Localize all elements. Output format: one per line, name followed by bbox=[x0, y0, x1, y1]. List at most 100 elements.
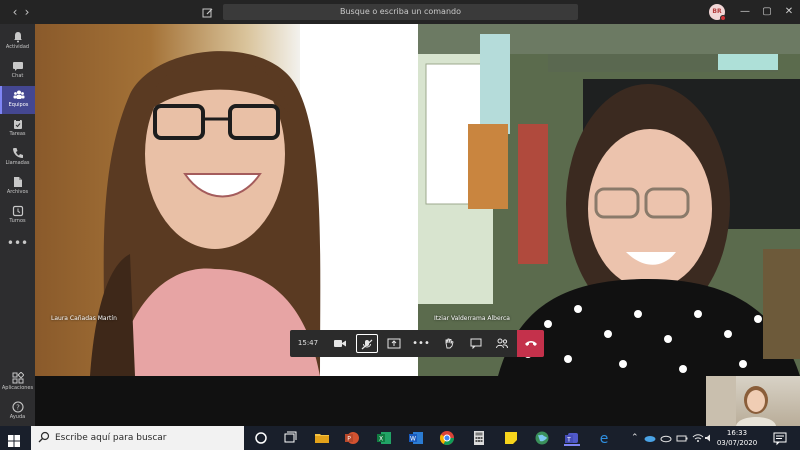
phone-icon bbox=[12, 148, 23, 158]
sidebar-item-label: Aplicaciones bbox=[1, 385, 34, 391]
search-icon bbox=[38, 431, 50, 443]
excel-icon[interactable]: X bbox=[376, 430, 392, 446]
camera-icon bbox=[334, 340, 346, 347]
sidebar-item-chat[interactable]: Chat bbox=[0, 57, 35, 85]
powerpoint-icon[interactable]: P bbox=[344, 430, 360, 446]
hang-up-button[interactable] bbox=[517, 330, 544, 357]
search-input[interactable]: Busque o escriba un comando bbox=[223, 4, 578, 20]
sidebar-item-aplicaciones[interactable]: Aplicaciones bbox=[0, 369, 35, 397]
sidebar-item-actividad[interactable]: Actividad bbox=[0, 28, 35, 56]
video-tile-participant-2[interactable]: Itziar Valderrama Alberca bbox=[418, 24, 800, 376]
cloud-icon[interactable] bbox=[660, 430, 672, 446]
camera-button[interactable] bbox=[329, 334, 351, 353]
avatar-initials: BR bbox=[712, 8, 722, 15]
call-controls-bar: 15:47 ••• bbox=[290, 330, 544, 357]
app-bar: Actividad Chat Equipos Tareas Llamadas A… bbox=[0, 24, 35, 426]
minimize-icon[interactable]: — bbox=[738, 4, 752, 20]
mute-button[interactable] bbox=[356, 334, 378, 353]
help-icon: ? bbox=[11, 401, 24, 413]
more-icon: ••• bbox=[6, 236, 29, 250]
more-apps-button[interactable]: ••• bbox=[0, 234, 35, 262]
tray-chevron-icon[interactable]: ⌃ bbox=[631, 430, 639, 446]
sidebar-item-label: Ayuda bbox=[9, 414, 26, 420]
presence-busy-icon bbox=[720, 15, 726, 21]
word-icon[interactable]: W bbox=[408, 430, 424, 446]
participant-name-label: Itziar Valderrama Alberca bbox=[434, 315, 510, 322]
sidebar-item-label: Actividad bbox=[5, 44, 30, 50]
task-view-icon[interactable] bbox=[282, 430, 298, 446]
apps-icon bbox=[12, 372, 24, 384]
close-icon[interactable]: ✕ bbox=[782, 4, 796, 20]
notification-icon[interactable] bbox=[772, 430, 788, 446]
windows-start-icon[interactable] bbox=[8, 432, 20, 447]
teams-window: ‹ › Busque o escriba un comando BR — ▢ ✕… bbox=[0, 0, 800, 450]
call-timer: 15:47 bbox=[297, 339, 319, 347]
self-video-preview[interactable] bbox=[706, 376, 800, 426]
participant-video bbox=[418, 24, 800, 376]
participants-button[interactable] bbox=[491, 334, 513, 353]
svg-text:W: W bbox=[410, 436, 416, 443]
svg-text:T: T bbox=[566, 437, 571, 444]
sidebar-item-ayuda[interactable]: ? Ayuda bbox=[0, 398, 35, 426]
title-bar: ‹ › Busque o escriba un comando BR — ▢ ✕ bbox=[0, 0, 800, 24]
svg-text:e: e bbox=[600, 431, 609, 446]
share-button[interactable] bbox=[383, 334, 405, 353]
participant-video bbox=[90, 24, 418, 376]
more-icon: ••• bbox=[412, 338, 430, 349]
raise-hand-button[interactable] bbox=[438, 334, 460, 353]
tasks-icon bbox=[13, 119, 22, 129]
taskbar-search-input[interactable]: Escribe aquí para buscar bbox=[31, 426, 244, 450]
chat-button[interactable] bbox=[465, 334, 487, 353]
participant-name-label: Laura Cañadas Martín bbox=[51, 315, 117, 322]
teams-icon bbox=[13, 90, 24, 99]
call-stage: Laura Cañadas Martín Itziar Valderrama A… bbox=[35, 24, 800, 426]
files-icon bbox=[13, 177, 22, 187]
svg-text:X: X bbox=[379, 436, 383, 443]
sidebar-item-llamadas[interactable]: Llamadas bbox=[0, 144, 35, 172]
hang-up-icon bbox=[524, 341, 537, 346]
sticky-notes-icon[interactable] bbox=[503, 430, 519, 446]
sidebar-item-equipos[interactable]: Equipos bbox=[0, 86, 35, 114]
shifts-icon bbox=[12, 205, 23, 217]
globe-icon[interactable] bbox=[534, 430, 550, 446]
windows-taskbar: Escribe aquí para buscar P X W T e ⌃ 16:… bbox=[0, 426, 800, 450]
onedrive-icon[interactable] bbox=[644, 430, 656, 446]
bell-icon bbox=[13, 32, 22, 43]
sidebar-item-label: Archivos bbox=[6, 189, 29, 195]
taskbar-search-placeholder: Escribe aquí para buscar bbox=[55, 433, 167, 443]
people-icon bbox=[496, 338, 508, 349]
mic-off-icon bbox=[361, 339, 373, 350]
svg-text:P: P bbox=[347, 436, 351, 443]
sidebar-item-tareas[interactable]: Tareas bbox=[0, 115, 35, 143]
edge-icon[interactable]: e bbox=[596, 430, 612, 447]
sidebar-item-turnos[interactable]: Turnos bbox=[0, 202, 35, 230]
chat-icon bbox=[12, 62, 23, 71]
compose-icon[interactable] bbox=[202, 4, 216, 20]
forward-arrow-icon[interactable]: › bbox=[20, 4, 34, 20]
chat-icon bbox=[470, 338, 482, 349]
teams-taskbar-icon[interactable]: T bbox=[564, 430, 580, 446]
clock-date: 03/07/2020 bbox=[716, 439, 758, 447]
wifi-icon[interactable] bbox=[692, 430, 704, 446]
svg-text:?: ? bbox=[16, 404, 20, 412]
cortana-icon[interactable] bbox=[253, 430, 269, 446]
sidebar-item-archivos[interactable]: Archivos bbox=[0, 173, 35, 201]
share-screen-icon bbox=[387, 338, 401, 349]
sidebar-item-label: Chat bbox=[11, 73, 24, 79]
hand-icon bbox=[445, 338, 454, 349]
clock-time: 16:33 bbox=[726, 429, 748, 437]
sidebar-item-label: Equipos bbox=[8, 102, 29, 108]
maximize-icon[interactable]: ▢ bbox=[760, 4, 774, 20]
battery-icon[interactable] bbox=[676, 430, 688, 446]
sidebar-item-label: Turnos bbox=[9, 218, 26, 224]
sidebar-item-label: Tareas bbox=[9, 131, 26, 137]
chrome-icon[interactable] bbox=[439, 430, 455, 446]
self-video bbox=[706, 376, 776, 426]
calculator-icon[interactable] bbox=[471, 430, 487, 446]
video-tile-participant-1[interactable]: Laura Cañadas Martín bbox=[35, 24, 418, 376]
taskbar-clock[interactable]: 16:33 03/07/2020 bbox=[712, 428, 762, 448]
avatar[interactable]: BR bbox=[709, 4, 726, 21]
sidebar-item-label: Llamadas bbox=[5, 160, 30, 166]
file-explorer-icon[interactable] bbox=[314, 430, 330, 446]
more-options-button[interactable]: ••• bbox=[410, 334, 432, 353]
